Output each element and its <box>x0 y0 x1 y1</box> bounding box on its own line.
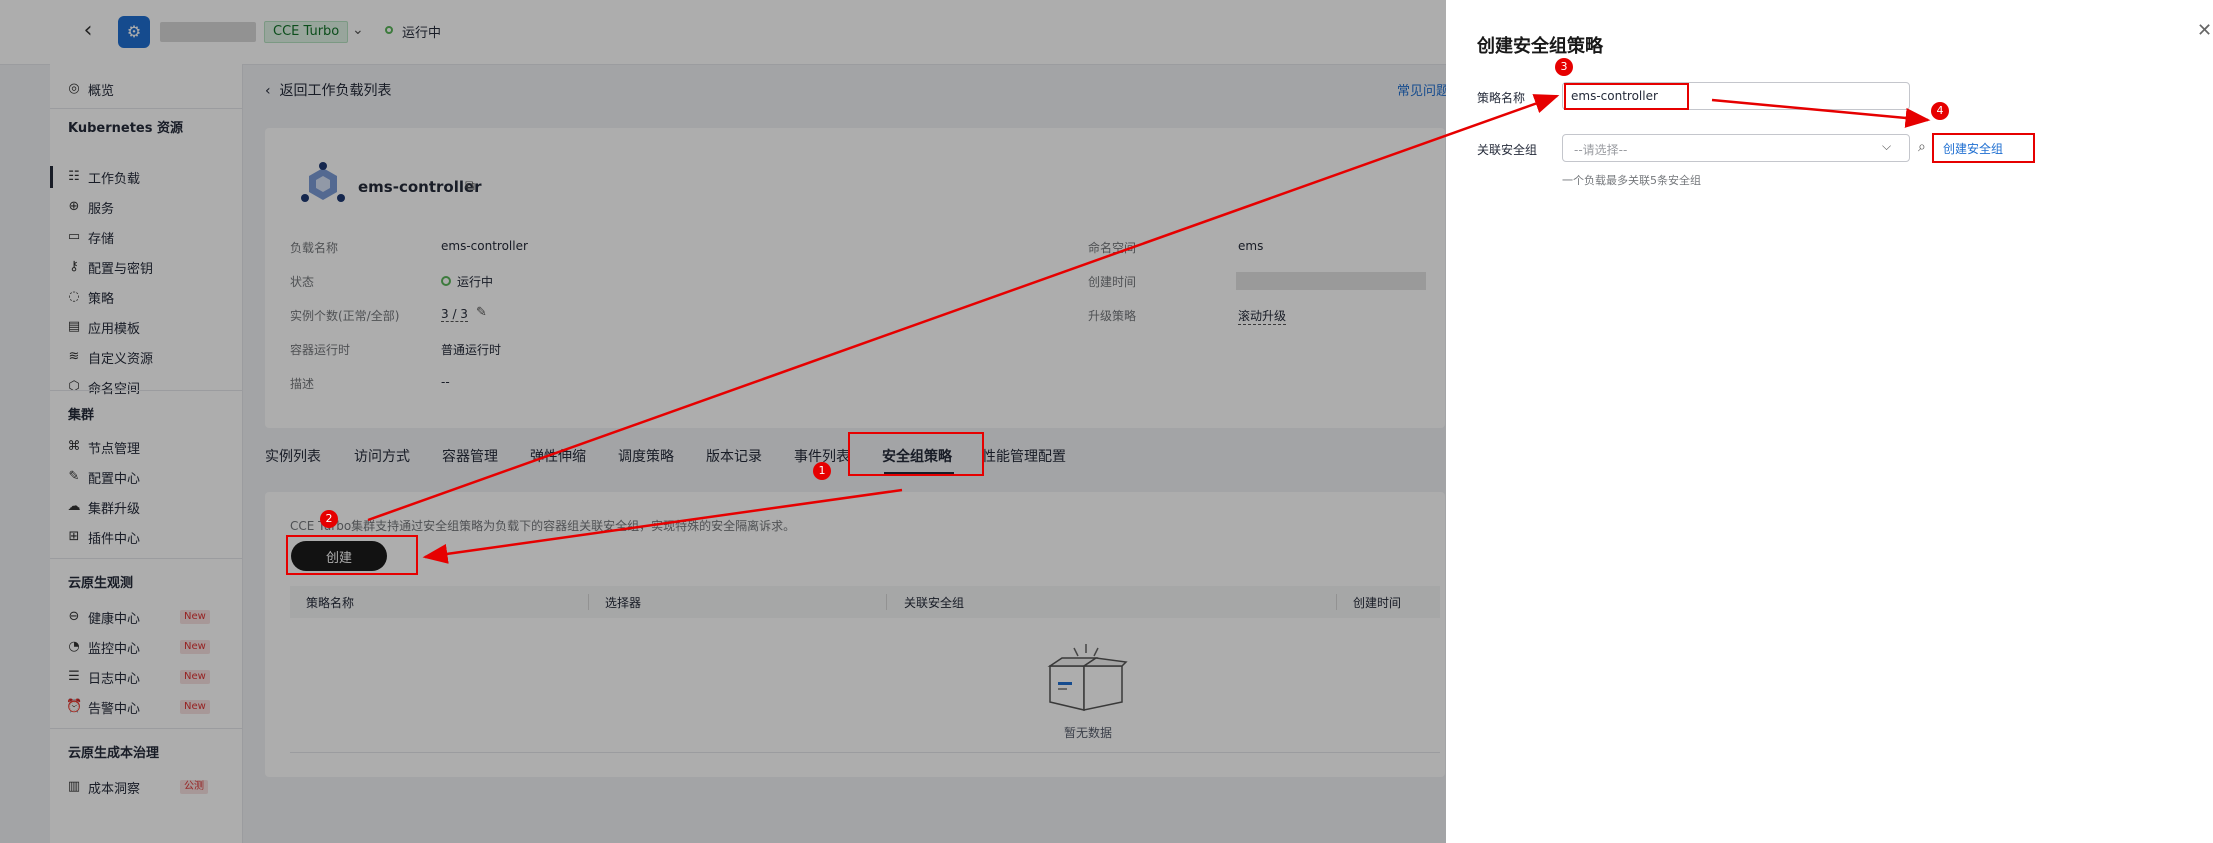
policy-name-label: 策略名称 <box>1477 91 1526 105</box>
modal-overlay[interactable] <box>0 0 1446 843</box>
search-icon[interactable]: ⌕ <box>1918 139 1926 155</box>
security-group-hint: 一个负载最多关联5条安全组 <box>1562 174 1701 187</box>
annotation-marker: 2 <box>320 510 338 528</box>
annotation-marker: 1 <box>813 462 831 480</box>
security-group-placeholder: --请选择-- <box>1574 143 1628 157</box>
chevron-down-icon[interactable]: ⌵ <box>1882 139 1891 154</box>
drawer-title: 创建安全组策略 <box>1477 36 1603 57</box>
close-icon[interactable]: ✕ <box>2197 20 2212 41</box>
annotation-marker: 3 <box>1555 58 1573 76</box>
annotation-box-create-sg <box>1932 133 2035 163</box>
security-group-label: 关联安全组 <box>1477 143 1538 157</box>
create-policy-drawer <box>1446 0 2213 843</box>
annotation-box-tab <box>848 432 984 476</box>
annotation-box-name <box>1564 83 1689 110</box>
annotation-box-create <box>286 535 418 575</box>
annotation-marker: 4 <box>1931 102 1949 120</box>
